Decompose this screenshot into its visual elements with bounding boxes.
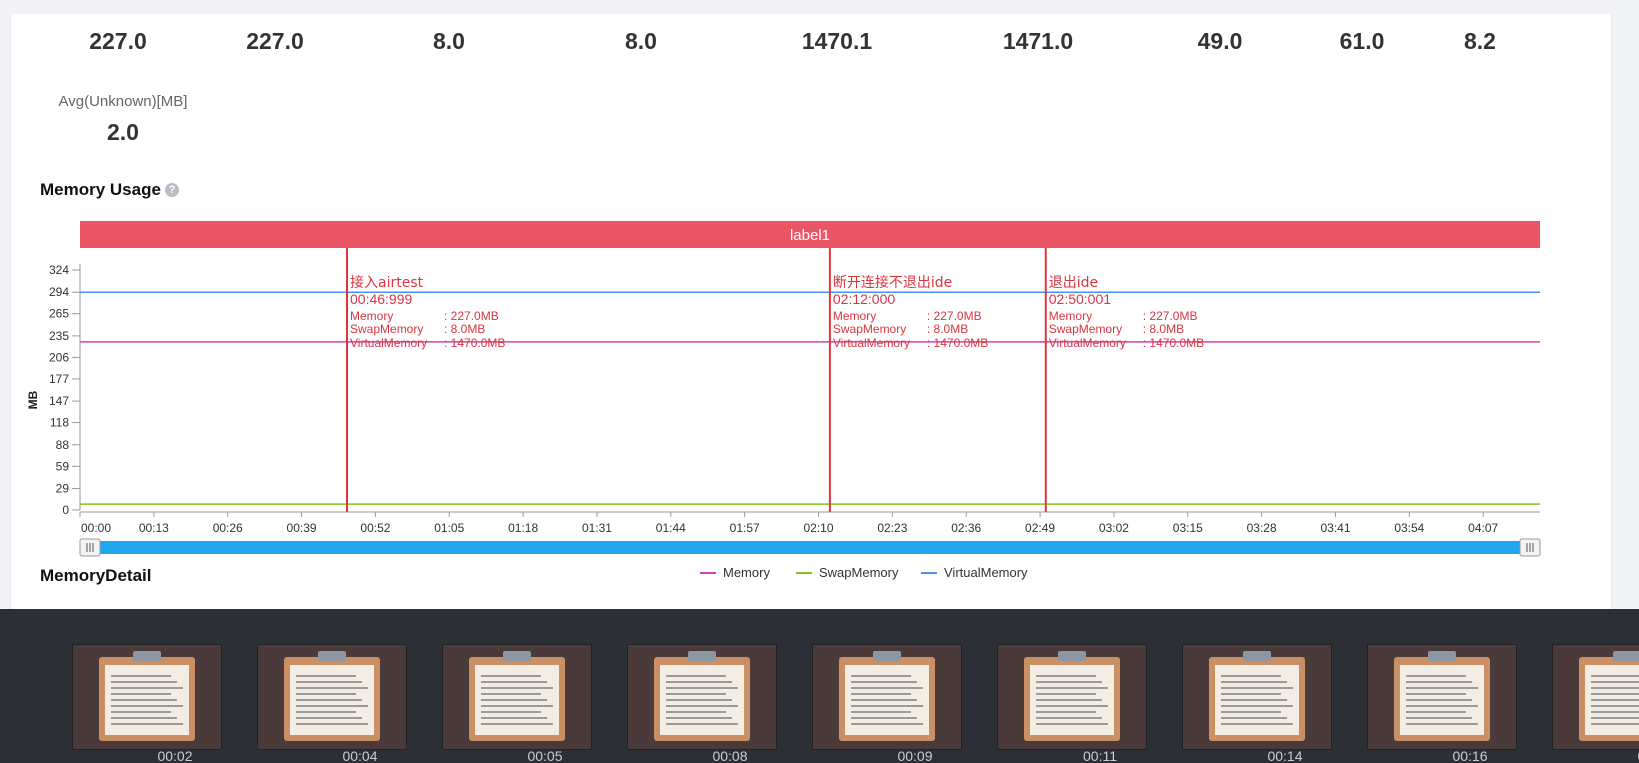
x-tick-label: 03:02 [1099, 521, 1129, 535]
screenshot-thumbnail[interactable] [1552, 644, 1639, 750]
y-tick-label: 88 [56, 438, 70, 452]
marker-series-label: Memory [833, 309, 876, 323]
x-tick-label: 00:26 [213, 521, 243, 535]
y-tick-label: 265 [49, 307, 69, 321]
legend-label-Memory: Memory [723, 565, 770, 580]
label-bar-text: label1 [790, 227, 830, 244]
y-tick-label: 235 [49, 329, 69, 343]
y-tick-label: 324 [49, 263, 69, 277]
x-tick-label: 03:15 [1173, 521, 1203, 535]
y-tick-label: 177 [49, 372, 69, 386]
y-axis-label: MB [26, 390, 40, 409]
marker-series-label: Memory [350, 309, 393, 323]
thumbnail-time: 00:16 [1452, 748, 1488, 763]
x-tick-label: 01:44 [656, 521, 686, 535]
marker-time: 02:50:001 [1049, 291, 1111, 307]
x-tick-label: 00:00 [81, 521, 111, 535]
x-tick-label: 01:05 [434, 521, 464, 535]
x-tick-label: 03:28 [1247, 521, 1277, 535]
screenshot-thumbnail[interactable] [1367, 644, 1517, 750]
marker-series-value: : 8.0MB [927, 322, 968, 336]
x-tick-label: 00:39 [287, 521, 317, 535]
x-tick-label: 01:18 [508, 521, 538, 535]
screenshot-thumbnail[interactable] [257, 644, 407, 750]
y-tick-label: 0 [62, 503, 69, 517]
marker-series-value: : 1470.0MB [1143, 336, 1204, 350]
thumbnail-time: 00:08 [712, 748, 748, 763]
x-tick-label: 03:54 [1394, 521, 1424, 535]
marker-series-value: : 227.0MB [444, 309, 499, 323]
marker-time: 02:12:000 [833, 291, 895, 307]
y-tick-label: 118 [50, 416, 69, 430]
marker-series-label: VirtualMemory [833, 336, 910, 350]
marker-series-label: SwapMemory [1049, 322, 1122, 336]
thumbnail-time: 00:14 [1267, 748, 1303, 763]
x-tick-label: 04:07 [1468, 521, 1498, 535]
clipped-header-strip [0, 0, 1639, 14]
thumbnail-time: 00:05 [527, 748, 563, 763]
screenshot-thumbnail[interactable] [72, 644, 222, 750]
marker-title: 接入airtest [350, 274, 424, 291]
marker-series-value: : 227.0MB [927, 309, 982, 323]
thumbnail-time: 00:04 [342, 748, 378, 763]
y-tick-label: 294 [49, 285, 69, 299]
x-tick-label: 02:36 [951, 521, 981, 535]
memory-usage-chart: label1 324 294 265 235 206 177 147 118 88 59 29 0 MB 0… [26, 221, 1541, 580]
legend-label-SwapMemory: SwapMemory [819, 565, 899, 580]
marker-series-label: VirtualMemory [350, 336, 427, 350]
marker-title: 断开连接不退出ide [833, 274, 952, 291]
marker-series-value: : 8.0MB [1143, 322, 1184, 336]
marker-series-value: : 1470.0MB [927, 336, 988, 350]
x-tick-label: 00:13 [139, 521, 169, 535]
marker-time: 00:46:999 [350, 291, 412, 307]
x-tick-label: 03:41 [1320, 521, 1350, 535]
x-tick-label: 01:57 [730, 521, 760, 535]
marker-series-value: : 227.0MB [1143, 309, 1198, 323]
screenshot-thumbnail[interactable] [1182, 644, 1332, 750]
y-tick-label: 59 [56, 459, 70, 473]
marker-series-value: : 8.0MB [444, 322, 485, 336]
marker-series-label: Memory [1049, 309, 1092, 323]
x-tick-label: 01:31 [582, 521, 612, 535]
marker-title: 退出ide [1049, 275, 1098, 291]
marker-series-label: SwapMemory [350, 322, 423, 336]
thumbnail-time: 00:02 [157, 748, 193, 763]
screenshot-thumbnail[interactable] [997, 644, 1147, 750]
y-tick-label: 206 [49, 350, 69, 364]
legend-label-VirtualMemory: VirtualMemory [944, 565, 1028, 580]
thumbnail-time: 00:09 [897, 748, 933, 763]
screenshot-thumbnail[interactable] [627, 644, 777, 750]
screenshot-thumbnail[interactable] [442, 644, 592, 750]
marker-series-label: VirtualMemory [1049, 336, 1126, 350]
screenshot-strip: 00:02 00:04 00:05 00:08 00:09 00:11 00:14 00:16… [0, 609, 1639, 763]
marker-series-value: : 1470.0MB [444, 336, 505, 350]
x-tick-label: 02:10 [804, 521, 834, 535]
memory-detail-title: MemoryDetail [40, 566, 152, 585]
y-tick-label: 29 [56, 482, 70, 496]
x-tick-label: 00:52 [360, 521, 390, 535]
zoom-slider-track [80, 541, 1540, 554]
thumbnail-time: 00:11 [1083, 748, 1117, 763]
x-tick-label: 02:49 [1025, 521, 1055, 535]
screenshot-thumbnail[interactable] [812, 644, 962, 750]
thumbnail-time: 00:18 [1615, 748, 1639, 763]
y-tick-label: 147 [49, 394, 69, 408]
x-tick-label: 02:23 [877, 521, 907, 535]
marker-series-label: SwapMemory [833, 322, 906, 336]
